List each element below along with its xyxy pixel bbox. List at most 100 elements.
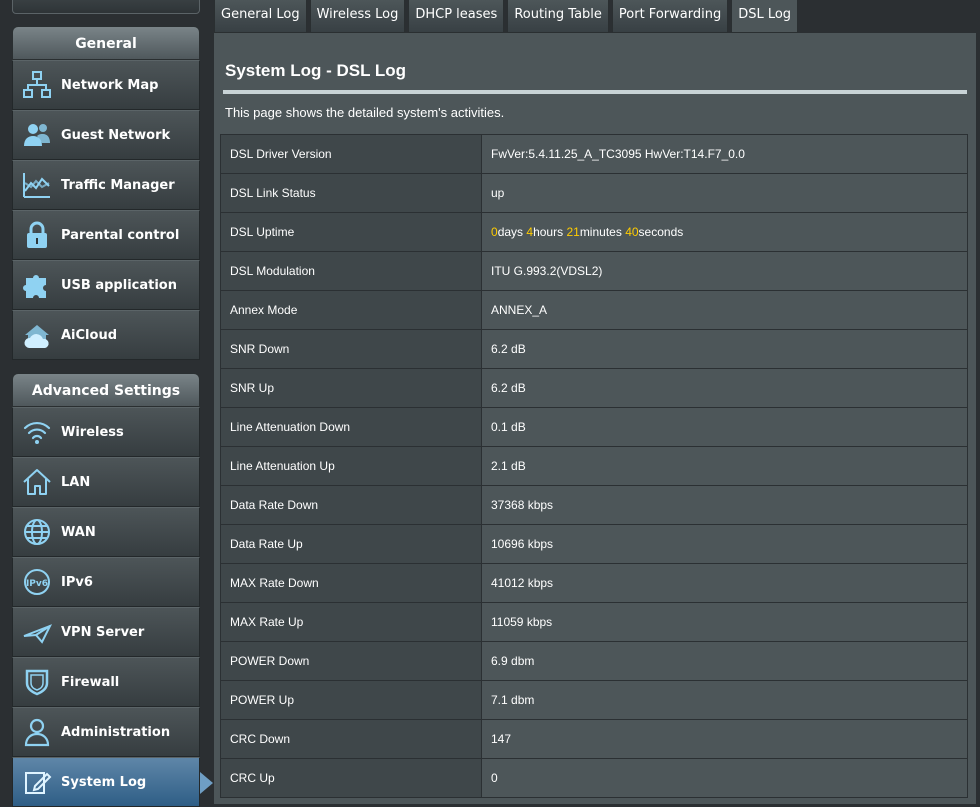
row-key: DSL Uptime	[220, 212, 482, 252]
row-value: 7.1 dbm	[481, 680, 968, 720]
row-value: 2.1 dB	[481, 446, 968, 486]
table-row: MAX Rate Down 41012 kbps	[220, 563, 968, 603]
sidebar-item-lan[interactable]: LAN	[12, 457, 200, 507]
sidebar-item-wan[interactable]: WAN	[12, 507, 200, 557]
sidebar-item-ipv6[interactable]: IPv6 IPv6	[12, 557, 200, 607]
main-panel: System Log - DSL Log This page shows the…	[214, 33, 976, 804]
row-key: POWER Up	[220, 680, 482, 720]
table-row: DSL Modulation ITU G.993.2(VDSL2)	[220, 251, 968, 291]
row-value: 6.2 dB	[481, 368, 968, 408]
tab-routing-table[interactable]: Routing Table	[507, 0, 609, 33]
row-value: up	[481, 173, 968, 213]
row-key: SNR Up	[220, 368, 482, 408]
sidebar-item-label: AiCloud	[61, 327, 118, 343]
uptime-minutes: 21	[566, 225, 580, 239]
row-key: DSL Driver Version	[220, 134, 482, 174]
vpn-icon	[13, 612, 61, 652]
shield-icon	[13, 662, 61, 702]
table-row: POWER Up 7.1 dbm	[220, 680, 968, 720]
sidebar-item-label: IPv6	[61, 574, 93, 590]
sidebar-item-label: VPN Server	[61, 624, 145, 640]
table-row: MAX Rate Up 11059 kbps	[220, 602, 968, 642]
sidebar-item-parental-control[interactable]: Parental control	[12, 210, 200, 260]
uptime-hours-unit: hours	[533, 225, 564, 239]
sidebar-top-stub	[12, 0, 200, 14]
row-value: 11059 kbps	[481, 602, 968, 642]
row-value: FwVer:5.4.11.25_A_TC3095 HwVer:T14.F7_0.…	[481, 134, 968, 174]
row-key: CRC Down	[220, 719, 482, 759]
row-key: DSL Link Status	[220, 173, 482, 213]
row-key: Line Attenuation Down	[220, 407, 482, 447]
tab-dhcp-leases[interactable]: DHCP leases	[408, 0, 505, 33]
general-menu-group: General Network Map Guest Network Traffi…	[12, 26, 200, 360]
row-key: MAX Rate Up	[220, 602, 482, 642]
sidebar-item-label: Wireless	[61, 424, 124, 440]
user-icon	[13, 712, 61, 752]
sidebar-item-administration[interactable]: Administration	[12, 707, 200, 757]
table-row: Data Rate Down 37368 kbps	[220, 485, 968, 525]
row-key: Data Rate Up	[220, 524, 482, 564]
uptime-days: 0	[491, 225, 498, 239]
sidebar-item-usb-application[interactable]: USB application	[12, 260, 200, 310]
log-edit-icon	[13, 762, 61, 802]
uptime-seconds: 40	[625, 225, 639, 239]
globe-icon	[13, 512, 61, 552]
puzzle-icon	[13, 265, 61, 305]
sidebar-item-label: Administration	[61, 724, 171, 740]
row-value: 37368 kbps	[481, 485, 968, 525]
tab-port-forwarding[interactable]: Port Forwarding	[611, 0, 729, 33]
table-row: CRC Up 0	[220, 758, 968, 798]
sidebar-item-firewall[interactable]: Firewall	[12, 657, 200, 707]
row-value: ANNEX_A	[481, 290, 968, 330]
table-row: SNR Down 6.2 dB	[220, 329, 968, 369]
row-key: Annex Mode	[220, 290, 482, 330]
table-row: Annex Mode ANNEX_A	[220, 290, 968, 330]
sidebar-item-label: USB application	[61, 277, 177, 293]
row-key: Line Attenuation Up	[220, 446, 482, 486]
row-value: 0	[481, 758, 968, 798]
row-key: Data Rate Down	[220, 485, 482, 525]
sidebar-item-label: Parental control	[61, 227, 180, 243]
table-row: Line Attenuation Up 2.1 dB	[220, 446, 968, 486]
page-description: This page shows the detailed system's ac…	[225, 105, 505, 120]
table-row: CRC Down 147	[220, 719, 968, 759]
title-divider	[223, 90, 967, 94]
sidebar-item-system-log[interactable]: System Log	[12, 757, 213, 807]
row-key: POWER Down	[220, 641, 482, 681]
row-value: 10696 kbps	[481, 524, 968, 564]
uptime-days-unit: days	[497, 225, 524, 239]
row-value: 0.1 dB	[481, 407, 968, 447]
sidebar-item-vpn-server[interactable]: VPN Server	[12, 607, 200, 657]
row-key: SNR Down	[220, 329, 482, 369]
active-indicator-arrow	[200, 772, 213, 794]
sidebar-item-aicloud[interactable]: AiCloud	[12, 310, 200, 360]
tab-general-log[interactable]: General Log	[214, 0, 307, 33]
general-menu-title: General	[12, 26, 200, 60]
sidebar-item-label: System Log	[61, 774, 147, 790]
tab-wireless-log[interactable]: Wireless Log	[309, 0, 406, 33]
uptime-value: 0days 4hours 21minutes 40seconds	[481, 212, 968, 252]
sidebar-item-wireless[interactable]: Wireless	[12, 407, 200, 457]
page-title: System Log - DSL Log	[225, 61, 407, 80]
table-row: POWER Down 6.9 dbm	[220, 641, 968, 681]
sidebar-item-label: Firewall	[61, 674, 120, 690]
row-value: 41012 kbps	[481, 563, 968, 603]
sidebar-item-traffic-manager[interactable]: Traffic Manager	[12, 160, 200, 210]
traffic-manager-icon	[13, 165, 61, 205]
lock-icon	[13, 215, 61, 255]
row-value: 147	[481, 719, 968, 759]
sidebar-item-guest-network[interactable]: Guest Network	[12, 110, 200, 160]
tab-dsl-log[interactable]: DSL Log	[731, 0, 799, 33]
cloud-house-icon	[13, 315, 61, 355]
sidebar-item-label: LAN	[61, 474, 91, 490]
table-row: Data Rate Up 10696 kbps	[220, 524, 968, 564]
sidebar-item-label: WAN	[61, 524, 96, 540]
table-row: DSL Link Status up	[220, 173, 968, 213]
table-row: DSL Driver Version FwVer:5.4.11.25_A_TC30…	[220, 134, 968, 174]
sidebar: General Network Map Guest Network Traffi…	[0, 0, 214, 807]
wifi-icon	[13, 412, 61, 452]
sidebar-item-network-map[interactable]: Network Map	[12, 60, 200, 110]
ipv6-icon: IPv6	[13, 562, 61, 602]
guest-network-icon	[13, 115, 61, 155]
row-key: MAX Rate Down	[220, 563, 482, 603]
